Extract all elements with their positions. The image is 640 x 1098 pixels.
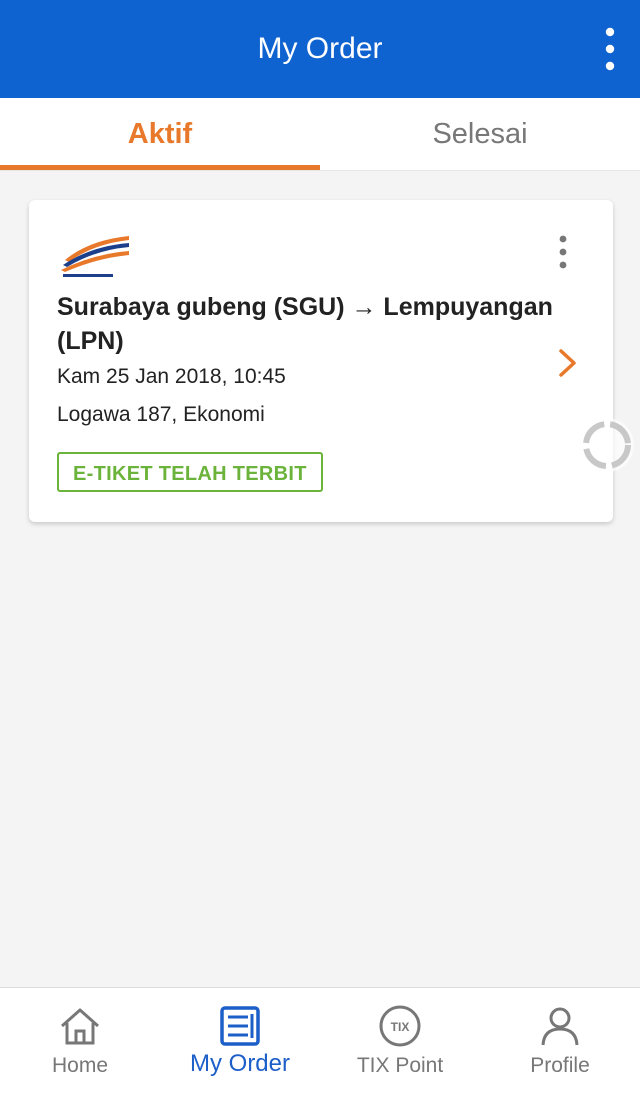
nav-home-label: Home xyxy=(51,1054,109,1077)
nav-tix-point[interactable]: TIX TIX Point xyxy=(320,988,480,1098)
svg-text:TIX: TIX xyxy=(391,1020,410,1034)
tab-selesai[interactable]: Selesai xyxy=(320,98,640,170)
order-tabs: Aktif Selesai xyxy=(0,98,640,171)
departure-datetime: Kam 25 Jan 2018, 10:45 xyxy=(57,365,286,388)
kereta-api-logo xyxy=(61,236,129,277)
order-card[interactable]: Surabaya gubeng (SGU) → Lempuyangan (LPN… xyxy=(29,200,613,522)
chevron-right-icon[interactable] xyxy=(557,348,579,378)
loading-spinner-icon xyxy=(580,418,634,472)
nav-home[interactable]: Home xyxy=(0,988,160,1098)
more-vert-icon[interactable] xyxy=(596,26,624,72)
nav-profile-label: Profile xyxy=(530,1054,590,1077)
app-bar: My Order xyxy=(0,0,640,98)
page-title: My Order xyxy=(257,32,383,65)
train-info: Logawa 187, Ekonomi xyxy=(57,403,265,426)
profile-icon xyxy=(541,1007,579,1046)
order-list-icon xyxy=(220,1006,260,1046)
route-text: Surabaya gubeng (SGU) → Lempuyangan (LPN… xyxy=(57,293,553,355)
nav-my-order-label: My Order xyxy=(189,1050,290,1077)
card-more-icon[interactable] xyxy=(553,234,573,270)
tix-point-icon: TIX xyxy=(379,1005,421,1047)
nav-my-order[interactable]: My Order xyxy=(160,988,320,1098)
status-badge: E-TIKET TELAH TERBIT xyxy=(57,452,323,492)
bottom-navigation: Home My Order TIX TIX Point Profile xyxy=(0,987,640,1098)
nav-profile[interactable]: Profile xyxy=(480,988,640,1098)
nav-tix-point-label: TIX Point xyxy=(356,1054,444,1077)
tab-aktif[interactable]: Aktif xyxy=(0,98,320,170)
home-icon xyxy=(61,1008,99,1045)
